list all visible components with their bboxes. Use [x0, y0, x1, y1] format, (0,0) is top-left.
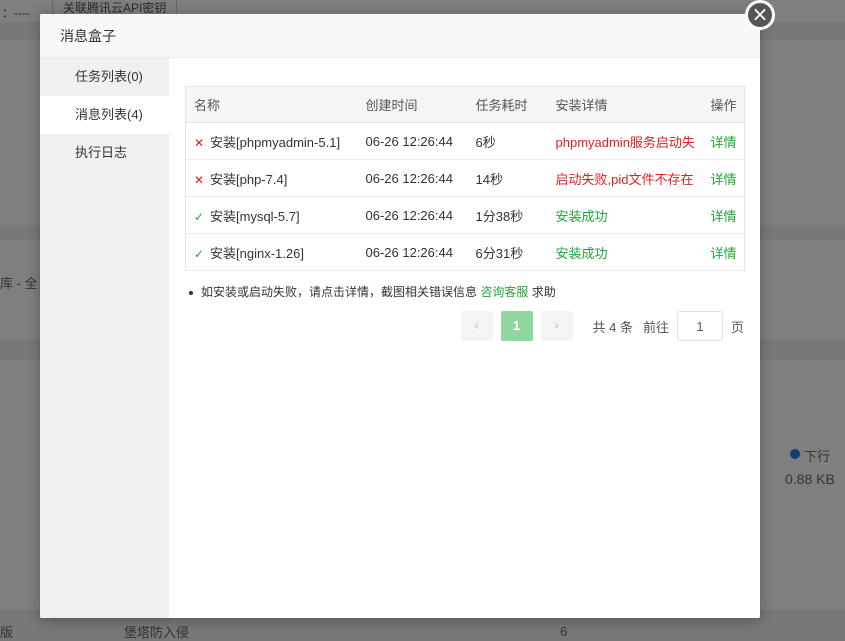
- detail-link[interactable]: 详情: [702, 233, 745, 271]
- task-name-cell: ✕ 安装[php-7.4]: [185, 159, 358, 197]
- column-header-name: 名称: [185, 86, 358, 123]
- bullet-icon: [189, 290, 193, 295]
- dialog-sidebar: 任务列表(0) 消息列表(4) 执行日志: [40, 58, 169, 618]
- column-header-action: 操作: [702, 86, 745, 123]
- goto-label: 前往: [642, 319, 669, 335]
- goto-page-input[interactable]: [676, 311, 723, 341]
- sidebar-item-task-list[interactable]: 任务列表(0): [40, 58, 169, 96]
- table-row: ✕ 安装[php-7.4] 06-26 12:26:44 14秒 启动失败,pid…: [185, 159, 745, 197]
- detail-link[interactable]: 详情: [702, 159, 745, 197]
- install-detail: 安装成功: [547, 196, 703, 234]
- task-duration: 6秒: [467, 122, 548, 160]
- next-page-button[interactable]: ›: [540, 311, 573, 341]
- created-time: 06-26 12:26:44: [357, 233, 468, 271]
- sidebar-item-execution-log[interactable]: 执行日志: [40, 134, 169, 172]
- fail-x-icon: ✕: [194, 172, 205, 187]
- created-time: 06-26 12:26:44: [357, 159, 468, 197]
- sidebar-item-message-list[interactable]: 消息列表(4): [40, 96, 169, 134]
- prev-page-button[interactable]: ‹: [460, 311, 493, 341]
- contact-support-link[interactable]: 咨询客服: [480, 285, 528, 299]
- fail-x-icon: ✕: [194, 135, 205, 150]
- table-header-row: 名称 创建时间 任务耗时 安装详情 操作: [185, 86, 745, 123]
- message-table: 名称 创建时间 任务耗时 安装详情 操作 ✕ 安装[phpmyadmin-5.1]…: [185, 86, 745, 271]
- task-name-cell: ✓ 安装[mysql-5.7]: [185, 196, 358, 234]
- column-header-created: 创建时间: [357, 86, 468, 123]
- page-number-current[interactable]: 1: [500, 311, 533, 341]
- detail-link[interactable]: 详情: [702, 122, 745, 160]
- task-duration: 6分31秒: [467, 233, 548, 271]
- column-header-detail: 安装详情: [547, 86, 703, 123]
- task-name-cell: ✕ 安装[phpmyadmin-5.1]: [185, 122, 358, 160]
- table-row: ✓ 安装[nginx-1.26] 06-26 12:26:44 6分31秒 安装成…: [185, 233, 745, 271]
- created-time: 06-26 12:26:44: [357, 122, 468, 160]
- task-name: 安装[php-7.4]: [210, 171, 288, 187]
- column-header-duration: 任务耗时: [467, 86, 548, 123]
- pagination: ‹ 1 › 共 4 条 前往 页: [460, 311, 744, 341]
- task-name-cell: ✓ 安装[nginx-1.26]: [185, 233, 358, 271]
- dialog-title: 消息盒子: [60, 28, 116, 44]
- message-box-dialog: 消息盒子 任务列表(0) 消息列表(4) 执行日志 名称 创建时间 任务耗时 安…: [40, 14, 760, 618]
- close-dialog-button[interactable]: ×: [745, 0, 775, 30]
- task-duration: 1分38秒: [467, 196, 548, 234]
- dialog-header: 消息盒子: [40, 14, 760, 58]
- success-check-icon: ✓: [194, 246, 205, 261]
- task-name: 安装[phpmyadmin-5.1]: [210, 134, 341, 150]
- pagination-total: 共 4 条: [592, 319, 633, 335]
- install-detail: 启动失败,pid文件不存在: [547, 159, 703, 197]
- task-name: 安装[mysql-5.7]: [210, 208, 300, 224]
- table-row: ✓ 安装[mysql-5.7] 06-26 12:26:44 1分38秒 安装成功…: [185, 196, 745, 234]
- page-unit-label: 页: [730, 319, 744, 335]
- help-tip: 如安装或启动失败，请点击详情，截图相关错误信息 咨询客服 求助: [185, 283, 744, 300]
- task-name: 安装[nginx-1.26]: [210, 245, 304, 261]
- help-tip-suffix: 求助: [531, 285, 556, 299]
- install-detail: phpmyadmin服务启动失: [547, 122, 703, 160]
- created-time: 06-26 12:26:44: [357, 196, 468, 234]
- help-tip-text: 如安装或启动失败，请点击详情，截图相关错误信息: [201, 285, 478, 299]
- table-row: ✕ 安装[phpmyadmin-5.1] 06-26 12:26:44 6秒 ph…: [185, 122, 745, 160]
- detail-link[interactable]: 详情: [702, 196, 745, 234]
- install-detail: 安装成功: [547, 233, 703, 271]
- task-duration: 14秒: [467, 159, 548, 197]
- dialog-content: 名称 创建时间 任务耗时 安装详情 操作 ✕ 安装[phpmyadmin-5.1]…: [169, 58, 760, 618]
- success-check-icon: ✓: [194, 209, 205, 224]
